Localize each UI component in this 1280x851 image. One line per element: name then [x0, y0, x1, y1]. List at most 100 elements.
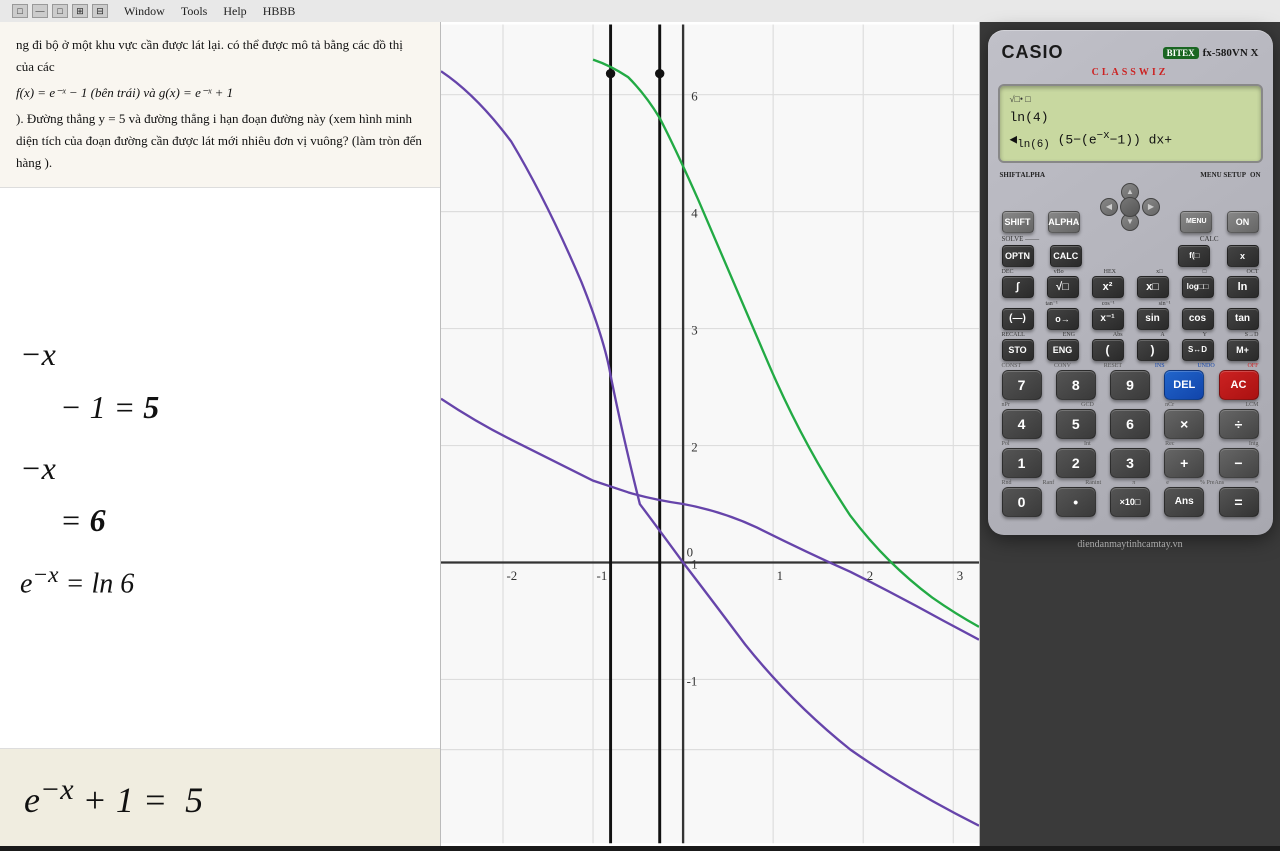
btn-9[interactable]: 9 — [1110, 370, 1150, 400]
math-section: −x − 1 = 5 −x = 6 e−x = ln 6 — [0, 188, 440, 749]
numpad-row2: 4 5 6 × ÷ — [998, 409, 1263, 439]
top-btn-row: SHIFT ALPHA ▲ ▼ ◀ ▶ MENU ON — [998, 181, 1263, 233]
btn-3[interactable]: 3 — [1110, 448, 1150, 478]
optn-calc-row: OPTN CALC f(□ x — [998, 245, 1263, 267]
graph-panel: 0 1 2 3 -1 -2 6 4 3 2 1 -1 — [440, 22, 980, 846]
sin-button[interactable]: sin — [1137, 308, 1169, 330]
math-line-2: − 1 = 5 — [60, 385, 420, 430]
win-ctrl-1[interactable]: □ — [12, 4, 28, 18]
numpad-row3: 1 2 3 + − — [998, 448, 1263, 478]
svg-text:4: 4 — [691, 206, 698, 220]
tan-button[interactable]: tan — [1227, 308, 1259, 330]
top-labels: SHIFT ALPHA MENU SETUP ON — [998, 171, 1263, 179]
win-ctrl-2[interactable]: — — [32, 4, 48, 18]
btn-dot[interactable]: • — [1056, 487, 1096, 517]
rparen-button[interactable]: ) — [1137, 339, 1169, 361]
optn-button[interactable]: OPTN — [1002, 245, 1034, 267]
inv-button[interactable]: x⁻¹ — [1092, 308, 1124, 330]
btn-ans[interactable]: Ans — [1164, 487, 1204, 517]
btn-div[interactable]: ÷ — [1219, 409, 1259, 439]
nav-cross: ▲ ▼ ◀ ▶ — [1098, 181, 1162, 233]
svg-text:1: 1 — [777, 569, 783, 583]
menu-help[interactable]: Help — [223, 4, 246, 19]
nav-center[interactable] — [1120, 197, 1140, 217]
window-controls[interactable]: □ — □ ⊞ ⊟ — [12, 4, 108, 18]
btn-add[interactable]: + — [1164, 448, 1204, 478]
arrow-button[interactable]: o→ — [1047, 308, 1079, 330]
graph-svg: 0 1 2 3 -1 -2 6 4 3 2 1 -1 — [441, 22, 979, 846]
win-ctrl-4[interactable]: ⊞ — [72, 4, 88, 18]
calc-model: fx-580VN X — [1203, 47, 1259, 59]
calc-body: CASIO BITEX fx-580VN X CLASSWIZ √□• □ ln… — [988, 30, 1273, 535]
label-menu: MENU SETUP — [1200, 171, 1246, 179]
shift-button[interactable]: SHIFT — [1002, 211, 1034, 233]
text-desc: ). Đường thẳng y = 5 và đường thẳng i hạ… — [16, 108, 424, 174]
calc-classwiz: CLASSWIZ — [998, 67, 1263, 78]
math-line-5: e−x = ln 6 — [20, 559, 420, 604]
btn-8[interactable]: 8 — [1056, 370, 1096, 400]
display-expr: ln(4) ◄ln(6) (5−(e−x−1)) dx+ — [1010, 108, 1251, 153]
on-button[interactable]: ON — [1227, 211, 1259, 233]
sqrt-button[interactable]: √□ — [1047, 276, 1079, 298]
label-on: ON — [1250, 171, 1261, 179]
svg-text:2: 2 — [691, 440, 697, 454]
svg-text:-2: -2 — [506, 569, 517, 583]
btn-2[interactable]: 2 — [1056, 448, 1096, 478]
sto-button[interactable]: STO — [1002, 339, 1034, 361]
main-content: ng đi bộ ở một khu vực cần được lát lại.… — [0, 22, 1280, 846]
numpad-row4: 0 • ×10□ Ans = — [998, 487, 1263, 517]
btn-1[interactable]: 1 — [1002, 448, 1042, 478]
win-ctrl-5[interactable]: ⊟ — [92, 4, 108, 18]
btn-6[interactable]: 6 — [1110, 409, 1150, 439]
cos-button[interactable]: cos — [1182, 308, 1214, 330]
menu-bar: □ — □ ⊞ ⊟ Window Tools Help HBBB — [0, 0, 1280, 22]
eng-button[interactable]: ENG — [1047, 339, 1079, 361]
btn-mul[interactable]: × — [1164, 409, 1204, 439]
menu-hbbb[interactable]: HBBB — [263, 4, 296, 19]
website-label: diendanmaytinhcamtay.vn — [1077, 539, 1182, 550]
btn-exp[interactable]: ×10□ — [1110, 487, 1150, 517]
math-line-4: = 6 — [60, 498, 420, 543]
left-panel: ng đi bộ ở một khu vực cần được lát lại.… — [0, 22, 440, 846]
log-button[interactable]: log□□ — [1182, 276, 1214, 298]
nav-left[interactable]: ◀ — [1100, 198, 1118, 216]
win-ctrl-3[interactable]: □ — [52, 4, 68, 18]
neg-button[interactable]: (—) — [1002, 308, 1034, 330]
math-func-row: ∫ √□ x² x□ log□□ ln — [998, 276, 1263, 298]
numpad-row1: 7 8 9 DEL AC — [998, 370, 1263, 400]
square-button[interactable]: x² — [1092, 276, 1124, 298]
btn-equals[interactable]: = — [1219, 487, 1259, 517]
bottom-math: e−x + 1 = 5 — [0, 748, 440, 845]
menu-tools[interactable]: Tools — [181, 4, 208, 19]
x-button[interactable]: x — [1227, 245, 1259, 267]
integral-button[interactable]: ∫ — [1002, 276, 1034, 298]
btn-sub[interactable]: − — [1219, 448, 1259, 478]
btn-ac[interactable]: AC — [1219, 370, 1259, 400]
label-shift: SHIFT — [1000, 171, 1021, 179]
btn-0[interactable]: 0 — [1002, 487, 1042, 517]
ln-button[interactable]: ln — [1227, 276, 1259, 298]
sd-button[interactable]: S↔D — [1182, 339, 1214, 361]
bitex-logo: BITEX — [1163, 47, 1199, 59]
lparen-button[interactable]: ( — [1092, 339, 1124, 361]
btn-del[interactable]: DEL — [1164, 370, 1204, 400]
text-paragraph: ng đi bộ ở một khu vực cần được lát lại.… — [16, 34, 424, 78]
mplus-button[interactable]: M+ — [1227, 339, 1259, 361]
svg-text:6: 6 — [691, 90, 698, 104]
bottom-math-line: e−x + 1 = 5 — [24, 769, 416, 825]
btn-7[interactable]: 7 — [1002, 370, 1042, 400]
btn-5[interactable]: 5 — [1056, 409, 1096, 439]
svg-text:3: 3 — [691, 323, 697, 337]
menu-window[interactable]: Window — [124, 4, 165, 19]
math-line-3: −x — [20, 446, 420, 491]
svg-text:3: 3 — [957, 569, 963, 583]
svg-text:2: 2 — [867, 569, 873, 583]
sto-row: STO ENG ( ) S↔D M+ — [998, 339, 1263, 361]
btn-4[interactable]: 4 — [1002, 409, 1042, 439]
power-button[interactable]: x□ — [1137, 276, 1169, 298]
calc-button[interactable]: CALC — [1050, 245, 1082, 267]
alpha-button[interactable]: ALPHA — [1048, 211, 1080, 233]
f-button[interactable]: f(□ — [1178, 245, 1210, 267]
nav-right[interactable]: ▶ — [1142, 198, 1160, 216]
menu-button[interactable]: MENU — [1180, 211, 1212, 233]
